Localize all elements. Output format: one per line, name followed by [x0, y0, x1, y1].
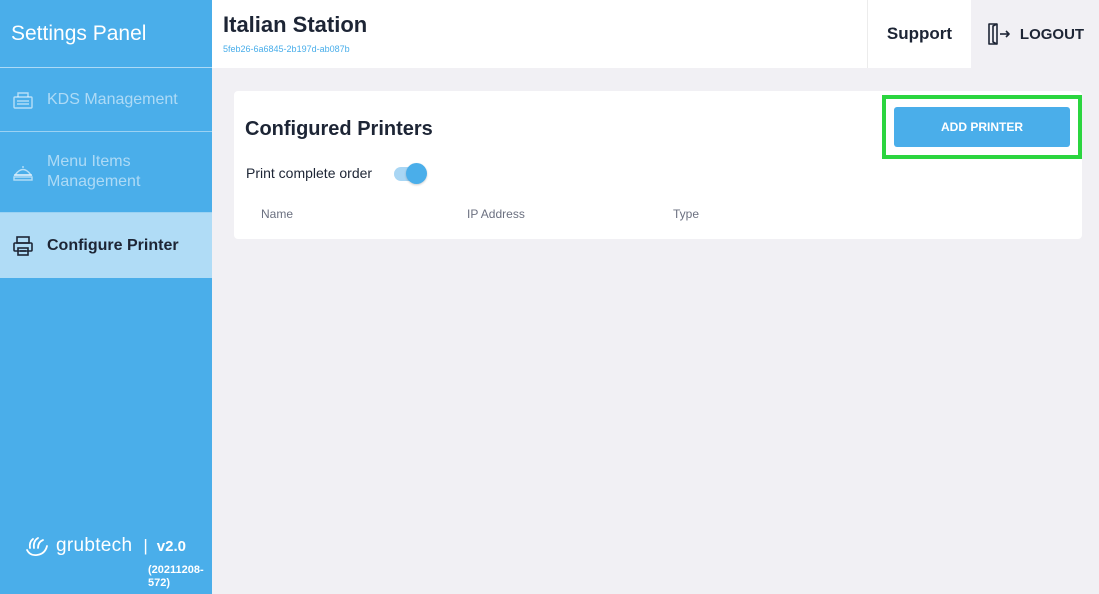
logout-label: LOGOUT	[1019, 25, 1085, 43]
brand-separator: |	[143, 536, 148, 555]
version-label: v2.0	[156, 537, 186, 555]
station-id: 5feb26-6a6845-2b197d-ab087b	[223, 44, 350, 54]
toggle-label: Print complete order	[246, 165, 373, 181]
section-title: Configured Printers	[245, 118, 433, 140]
sidebar-item-menu-items-management[interactable]: Menu Items Management	[0, 132, 212, 213]
build-label: (20211208-572)	[148, 564, 204, 589]
add-printer-highlight: ADD PRINTER	[882, 95, 1082, 159]
column-header-name: Name	[261, 207, 294, 221]
brand: grubtech | v2.0	[24, 534, 186, 558]
add-printer-button[interactable]: ADD PRINTER	[894, 107, 1070, 147]
print-complete-order-row: Print complete order	[246, 163, 428, 184]
sidebar-item-label: Configure Printer	[47, 236, 179, 254]
printer-icon	[11, 234, 35, 258]
printers-card: Configured Printers ADD PRINTER Print co…	[234, 91, 1082, 239]
table-header: Name IP Address Type	[261, 207, 879, 221]
sidebar-item-configure-printer[interactable]: Configure Printer	[0, 213, 212, 278]
header: Italian Station 5feb26-6a6845-2b197d-ab0…	[212, 0, 1099, 68]
brand-name: grubtech	[56, 535, 133, 556]
column-header-ip-address: IP Address	[467, 207, 525, 221]
sidebar-item-label: KDS Management	[47, 90, 178, 108]
toggle-knob	[406, 163, 428, 184]
sidebar-title: Settings Panel	[0, 0, 212, 68]
sidebar-item-kds-management[interactable]: KDS Management	[0, 68, 212, 132]
support-button[interactable]: Support	[867, 0, 971, 68]
sidebar-item-label: Menu Items Management	[47, 153, 141, 190]
column-header-type: Type	[673, 207, 700, 221]
menu-items-icon	[11, 160, 35, 184]
logout-icon	[986, 21, 1012, 47]
logout-button[interactable]: LOGOUT	[971, 0, 1099, 68]
page-title: Italian Station	[223, 12, 368, 37]
kds-icon	[11, 88, 35, 112]
sidebar: Settings Panel KDS Management Menu Items…	[0, 0, 212, 594]
print-complete-order-toggle[interactable]	[394, 163, 428, 184]
grubtech-logo-icon	[24, 534, 50, 558]
